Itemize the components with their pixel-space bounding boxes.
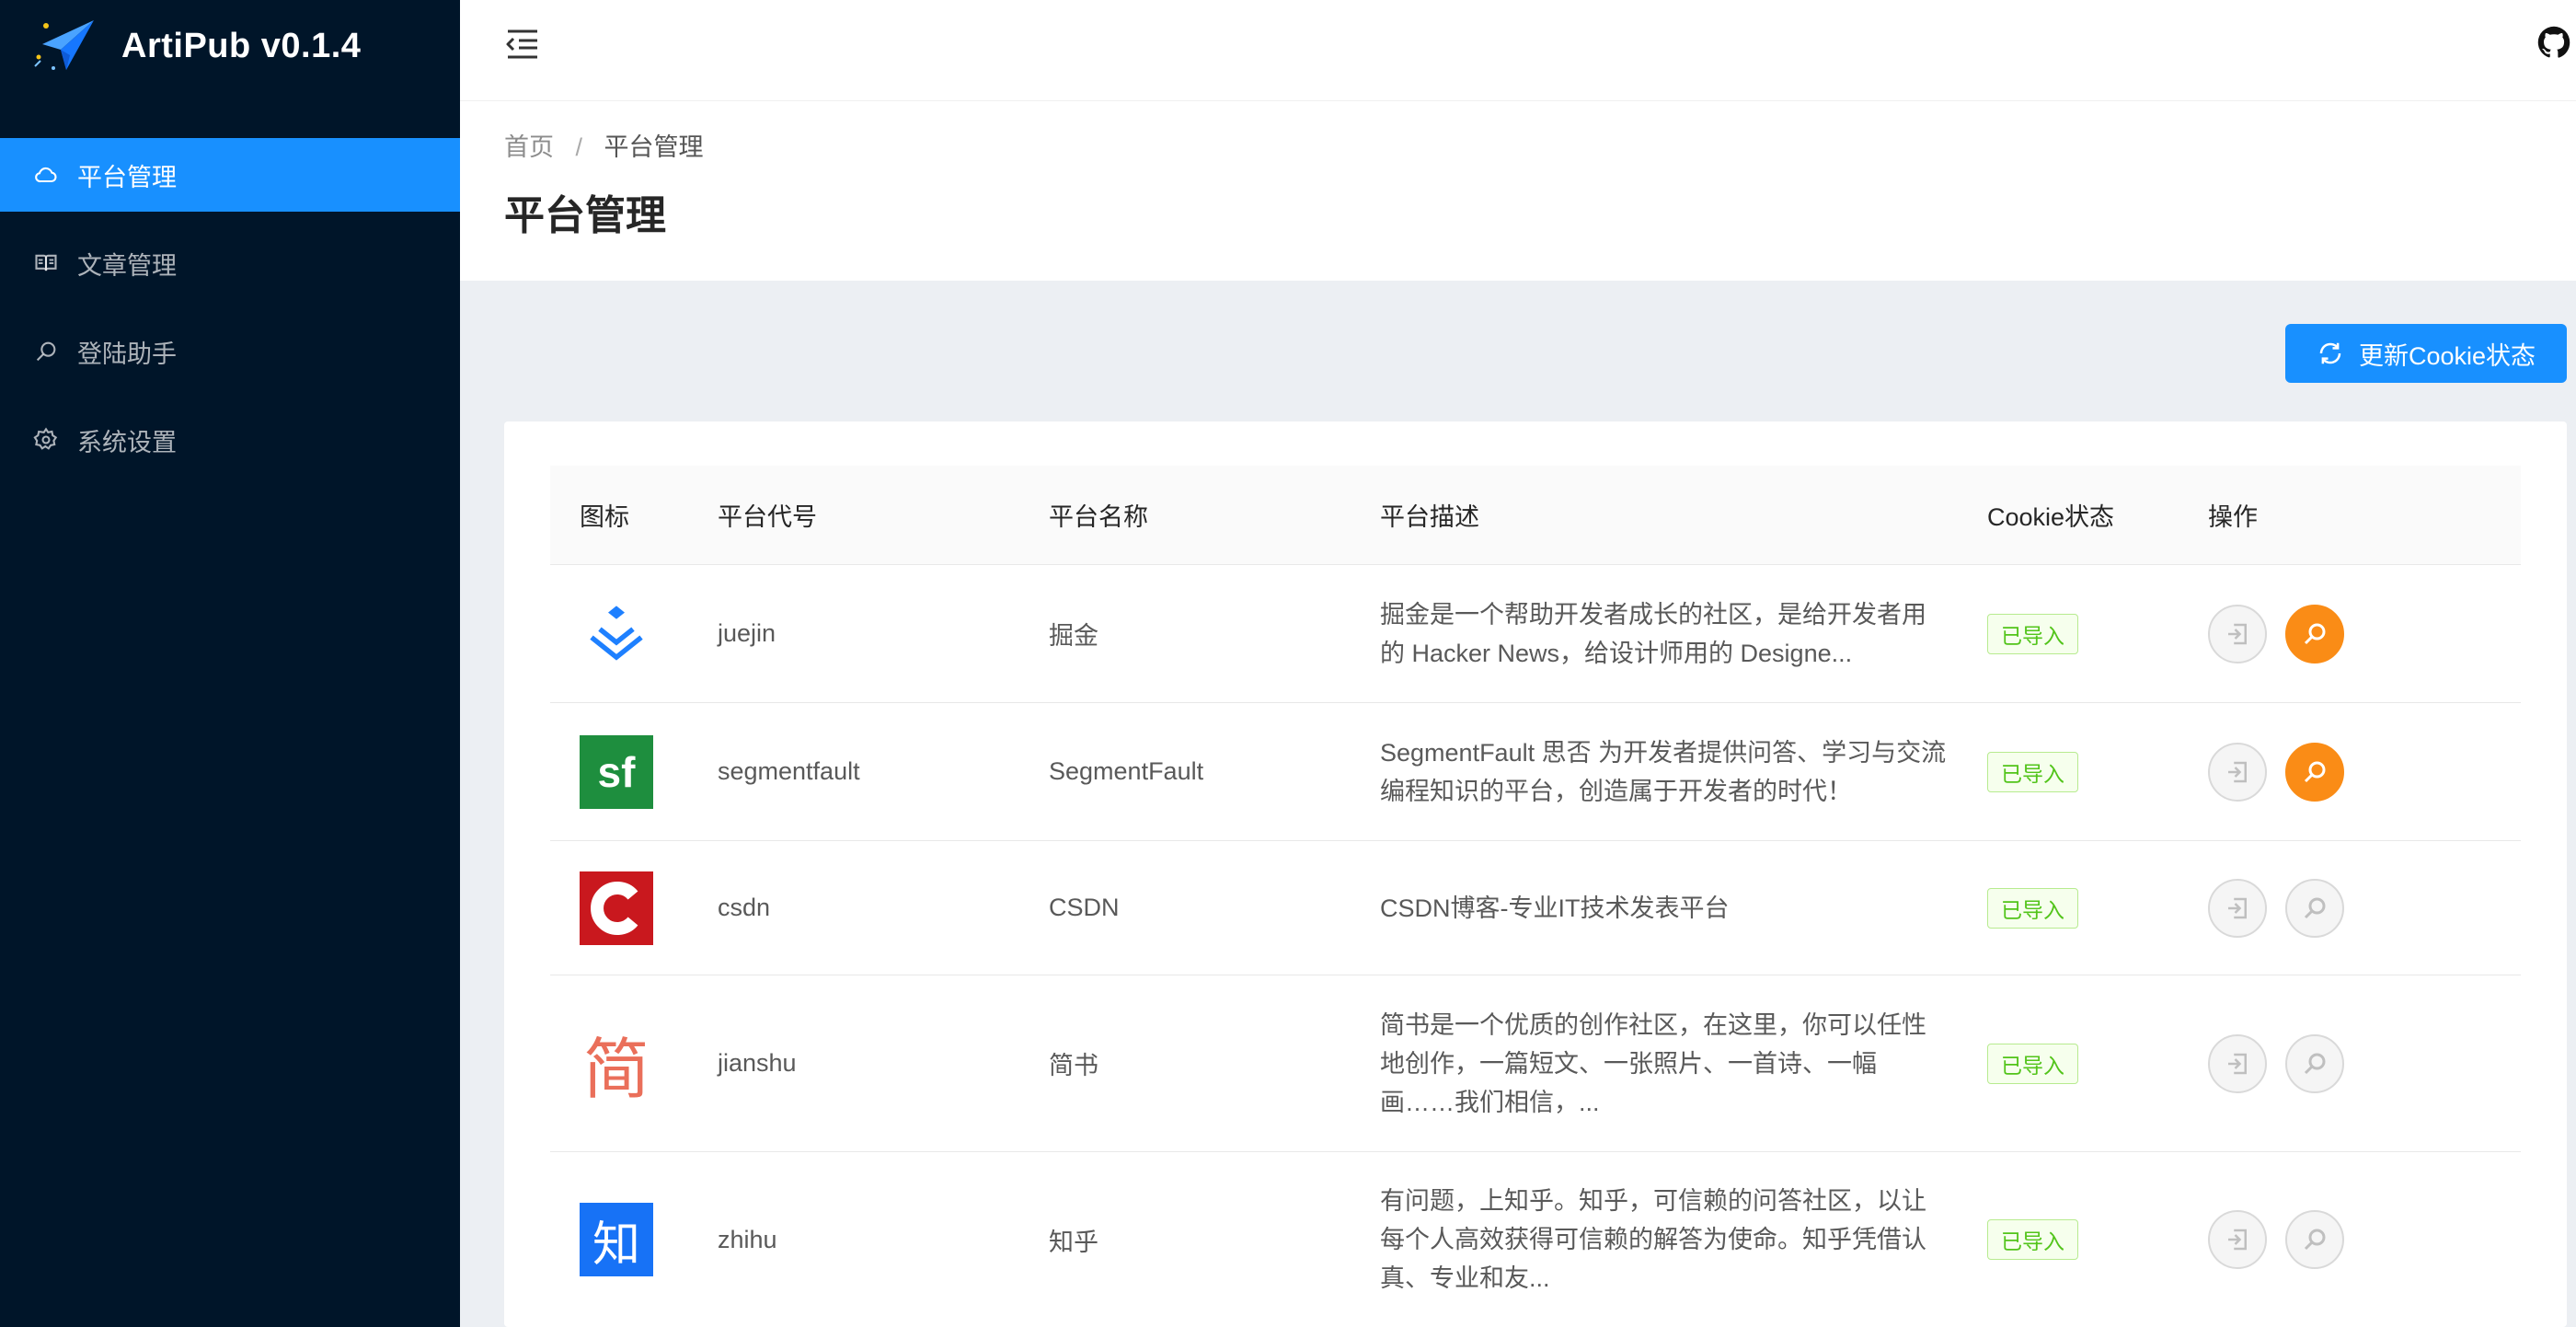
page-header: 首页 / 平台管理 平台管理: [460, 101, 2576, 281]
platform-code: csdn: [718, 894, 771, 921]
import-cookie-button[interactable]: [2208, 1033, 2267, 1093]
breadcrumb-current: 平台管理: [604, 133, 704, 161]
platform-table-card: 图标 平台代号 平台名称 平台描述 Cookie状态 操作 juejin 掘金 …: [504, 421, 2567, 1327]
breadcrumb-separator: /: [575, 133, 583, 161]
sync-icon: [2319, 342, 2341, 364]
login-helper-button[interactable]: [2285, 878, 2344, 938]
column-header-icon: 图标: [580, 503, 629, 531]
import-icon: [2228, 1053, 2247, 1074]
breadcrumb: 首页 / 平台管理: [504, 127, 704, 163]
update-cookie-status-button[interactable]: 更新Cookie状态: [2285, 324, 2567, 383]
column-header-cookie-status: Cookie状态: [1987, 503, 2115, 531]
platform-description: 掘金是一个帮助开发者成长的社区，是给开发者用的 Hacker News，给设计师…: [1380, 600, 1926, 667]
update-cookie-status-label: 更新Cookie状态: [2358, 341, 2536, 370]
search-icon: [2304, 623, 2326, 644]
platform-code: segmentfault: [718, 757, 860, 785]
search-icon: [2304, 897, 2326, 918]
import-icon: [2228, 623, 2247, 644]
page-title: 平台管理: [504, 193, 666, 238]
search-icon: [2304, 1229, 2326, 1251]
platform-name: 知乎: [1049, 1228, 1098, 1256]
import-cookie-button[interactable]: [2208, 1210, 2267, 1269]
sidebar-item-label: 登陆助手: [77, 340, 177, 368]
app-title: ArtiPub v0.1.4: [121, 26, 362, 65]
table-row: 简 jianshu 简书 简书是一个优质的创作社区，在这里，你可以任性地创作，一…: [550, 975, 2521, 1152]
search-icon: [2304, 761, 2326, 782]
platform-description: CSDN博客-专业IT技术发表平台: [1380, 894, 1730, 922]
paper-plane-logo-icon: [33, 17, 99, 75]
platform-name: 简书: [1049, 1052, 1098, 1079]
menu-fold-icon[interactable]: [504, 26, 541, 63]
app-logo[interactable]: ArtiPub v0.1.4: [33, 17, 361, 75]
import-icon: [2228, 1229, 2247, 1251]
platform-code: zhihu: [718, 1225, 777, 1253]
sidebar-menu: 平台管理 文章管理 登陆助手 系统设置: [0, 138, 460, 491]
sidebar-item-settings[interactable]: 系统设置: [0, 403, 460, 477]
sidebar-item-articles[interactable]: 文章管理: [0, 226, 460, 300]
import-cookie-button[interactable]: [2208, 742, 2267, 802]
platform-code: juejin: [718, 619, 776, 647]
platform-name: SegmentFault: [1049, 757, 1204, 785]
column-header-actions: 操作: [2208, 503, 2258, 531]
import-cookie-button[interactable]: [2208, 878, 2267, 938]
table-row: juejin 掘金 掘金是一个帮助开发者成长的社区，是给开发者用的 Hacker…: [550, 565, 2521, 703]
login-helper-button[interactable]: [2285, 1033, 2344, 1093]
juejin-logo-icon: [580, 597, 653, 671]
column-header-name: 平台名称: [1049, 503, 1148, 531]
cookie-status-badge: 已导入: [1987, 751, 2078, 792]
cloud-icon: [33, 162, 59, 188]
jianshu-logo-icon: 简: [582, 1031, 650, 1108]
book-icon: [33, 250, 59, 276]
cookie-status-badge: 已导入: [1987, 613, 2078, 654]
gear-icon: [33, 427, 59, 453]
github-icon[interactable]: [2537, 26, 2570, 59]
login-helper-button[interactable]: [2285, 742, 2344, 802]
cookie-status-badge: 已导入: [1987, 1219, 2078, 1260]
import-icon: [2228, 897, 2247, 918]
sidebar: ArtiPub v0.1.4 平台管理 文章管理 登陆助手 系统设置: [0, 0, 460, 1327]
sidebar-item-login-helper[interactable]: 登陆助手: [0, 315, 460, 388]
platform-description: 有问题，上知乎。知乎，可信赖的问答社区，以让每个人高效获得可信赖的解答为使命。知…: [1380, 1187, 1926, 1292]
table-header: 图标 平台代号 平台名称 平台描述 Cookie状态 操作: [550, 466, 2521, 565]
import-cookie-button[interactable]: [2208, 604, 2267, 664]
platform-table: 图标 平台代号 平台名称 平台描述 Cookie状态 操作 juejin 掘金 …: [550, 466, 2521, 1327]
platform-name: CSDN: [1049, 894, 1120, 921]
table-row: csdn CSDN CSDN博客-专业IT技术发表平台 已导入: [550, 841, 2521, 975]
sidebar-item-platforms[interactable]: 平台管理: [0, 138, 460, 212]
breadcrumb-home-link[interactable]: 首页: [504, 133, 554, 161]
search-icon: [33, 339, 59, 364]
table-row: sf segmentfault SegmentFault SegmentFaul…: [550, 703, 2521, 841]
cookie-status-badge: 已导入: [1987, 1043, 2078, 1084]
cookie-status-badge: 已导入: [1987, 887, 2078, 929]
sidebar-item-label: 系统设置: [77, 428, 177, 456]
platform-name: 掘金: [1049, 622, 1098, 650]
login-helper-button[interactable]: [2285, 604, 2344, 664]
top-header: [460, 0, 2576, 101]
segmentfault-logo-icon: sf: [580, 734, 653, 809]
platform-code: jianshu: [718, 1049, 797, 1077]
column-header-code: 平台代号: [718, 503, 817, 531]
login-helper-button[interactable]: [2285, 1210, 2344, 1269]
import-icon: [2228, 761, 2247, 782]
platform-description: 简书是一个优质的创作社区，在这里，你可以任性地创作，一篇短文、一张照片、一首诗、…: [1380, 1010, 1926, 1116]
column-header-description: 平台描述: [1380, 503, 1479, 531]
platform-description: SegmentFault 思否 为开发者提供问答、学习与交流编程知识的平台，创造…: [1380, 738, 1947, 805]
table-row: 知 zhihu 知乎 有问题，上知乎。知乎，可信赖的问答社区，以让每个人高效获得…: [550, 1152, 2521, 1327]
search-icon: [2304, 1053, 2326, 1074]
zhihu-logo-icon: 知: [580, 1203, 653, 1276]
sidebar-item-label: 文章管理: [77, 251, 177, 280]
app-root: ArtiPub v0.1.4 平台管理 文章管理 登陆助手 系统设置 首页 / …: [0, 0, 2576, 1327]
sidebar-item-label: 平台管理: [77, 163, 177, 191]
csdn-logo-icon: [580, 871, 653, 945]
